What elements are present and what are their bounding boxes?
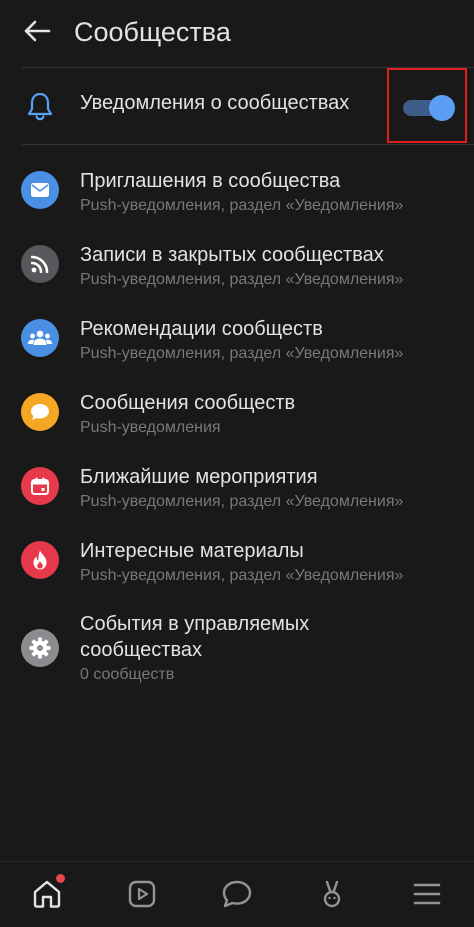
envelope-icon	[31, 183, 49, 197]
item-subtitle: Push-уведомления, раздел «Уведомления»	[80, 271, 404, 288]
item-subtitle: Push-уведомления, раздел «Уведомления»	[80, 345, 404, 362]
community-notifications-row[interactable]: Уведомления о сообществах	[0, 68, 474, 144]
item-title: Рекомендации сообществ	[80, 318, 323, 340]
item-icon-circle	[21, 467, 59, 505]
menu-icon	[413, 883, 441, 905]
list-item-invitations[interactable]: Приглашения в сообщества Push-уведомлени…	[0, 154, 474, 228]
users-icon	[28, 330, 52, 345]
item-subtitle: Push-уведомления, раздел «Уведомления»	[80, 493, 404, 510]
community-notifications-label: Уведомления о сообществах	[80, 92, 350, 114]
back-button[interactable]	[20, 14, 54, 48]
item-icon-circle	[21, 393, 59, 431]
rss-icon	[31, 255, 49, 273]
gear-icon	[29, 637, 51, 659]
calendar-icon	[31, 477, 49, 495]
arrow-left-icon	[24, 20, 51, 42]
messages-icon	[222, 880, 252, 908]
bottom-tab-bar	[0, 861, 474, 927]
tab-home[interactable]	[27, 874, 67, 914]
bell-icon	[27, 92, 53, 121]
item-icon-circle	[21, 171, 59, 209]
page-title: Сообщества	[74, 17, 231, 47]
item-title: Приглашения в сообщества	[80, 170, 341, 192]
item-subtitle: Push-уведомления, раздел «Уведомления»	[80, 197, 404, 214]
tab-services[interactable]	[312, 874, 352, 914]
list-item-community-messages[interactable]: Сообщения сообществ Push-уведомления	[0, 376, 474, 450]
item-title: Интересные материалы	[80, 540, 304, 562]
item-icon-circle	[21, 541, 59, 579]
flame-icon	[33, 550, 47, 570]
video-icon	[128, 880, 156, 908]
item-icon-circle	[21, 629, 59, 667]
item-icon-circle	[21, 245, 59, 283]
toggle-knob	[429, 95, 455, 121]
list-item-upcoming-events[interactable]: Ближайшие мероприятия Push-уведомления, …	[0, 450, 474, 524]
community-notifications-toggle[interactable]	[403, 95, 455, 121]
item-icon-circle	[21, 319, 59, 357]
list-item-closed-posts[interactable]: Записи в закрытых сообществах Push-уведо…	[0, 228, 474, 302]
item-subtitle: 0 сообществ	[80, 666, 175, 683]
services-icon	[323, 880, 341, 908]
item-title: Ближайшие мероприятия	[80, 466, 318, 488]
item-title-line2: сообществах	[80, 639, 202, 661]
header: Сообщества	[0, 0, 474, 66]
item-title: Сообщения сообществ	[80, 392, 296, 414]
list-item-interesting-materials[interactable]: Интересные материалы Push-уведомления, р…	[0, 524, 474, 598]
list-item-managed-communities-events[interactable]: События в управляемых сообществах 0 сооб…	[0, 600, 474, 700]
tab-menu[interactable]	[407, 874, 447, 914]
notification-badge	[56, 874, 65, 883]
chat-bubble-icon	[31, 404, 49, 420]
item-subtitle: Push-уведомления	[80, 419, 221, 436]
divider	[22, 144, 474, 145]
item-title: Записи в закрытых сообществах	[80, 244, 384, 266]
item-subtitle: Push-уведомления, раздел «Уведомления»	[80, 567, 404, 584]
highlight-frame	[387, 68, 467, 143]
list-item-recommendations[interactable]: Рекомендации сообществ Push-уведомления,…	[0, 302, 474, 376]
tab-messages[interactable]	[217, 874, 257, 914]
tab-video[interactable]	[122, 874, 162, 914]
item-title-line1: События в управляемых	[80, 613, 310, 635]
